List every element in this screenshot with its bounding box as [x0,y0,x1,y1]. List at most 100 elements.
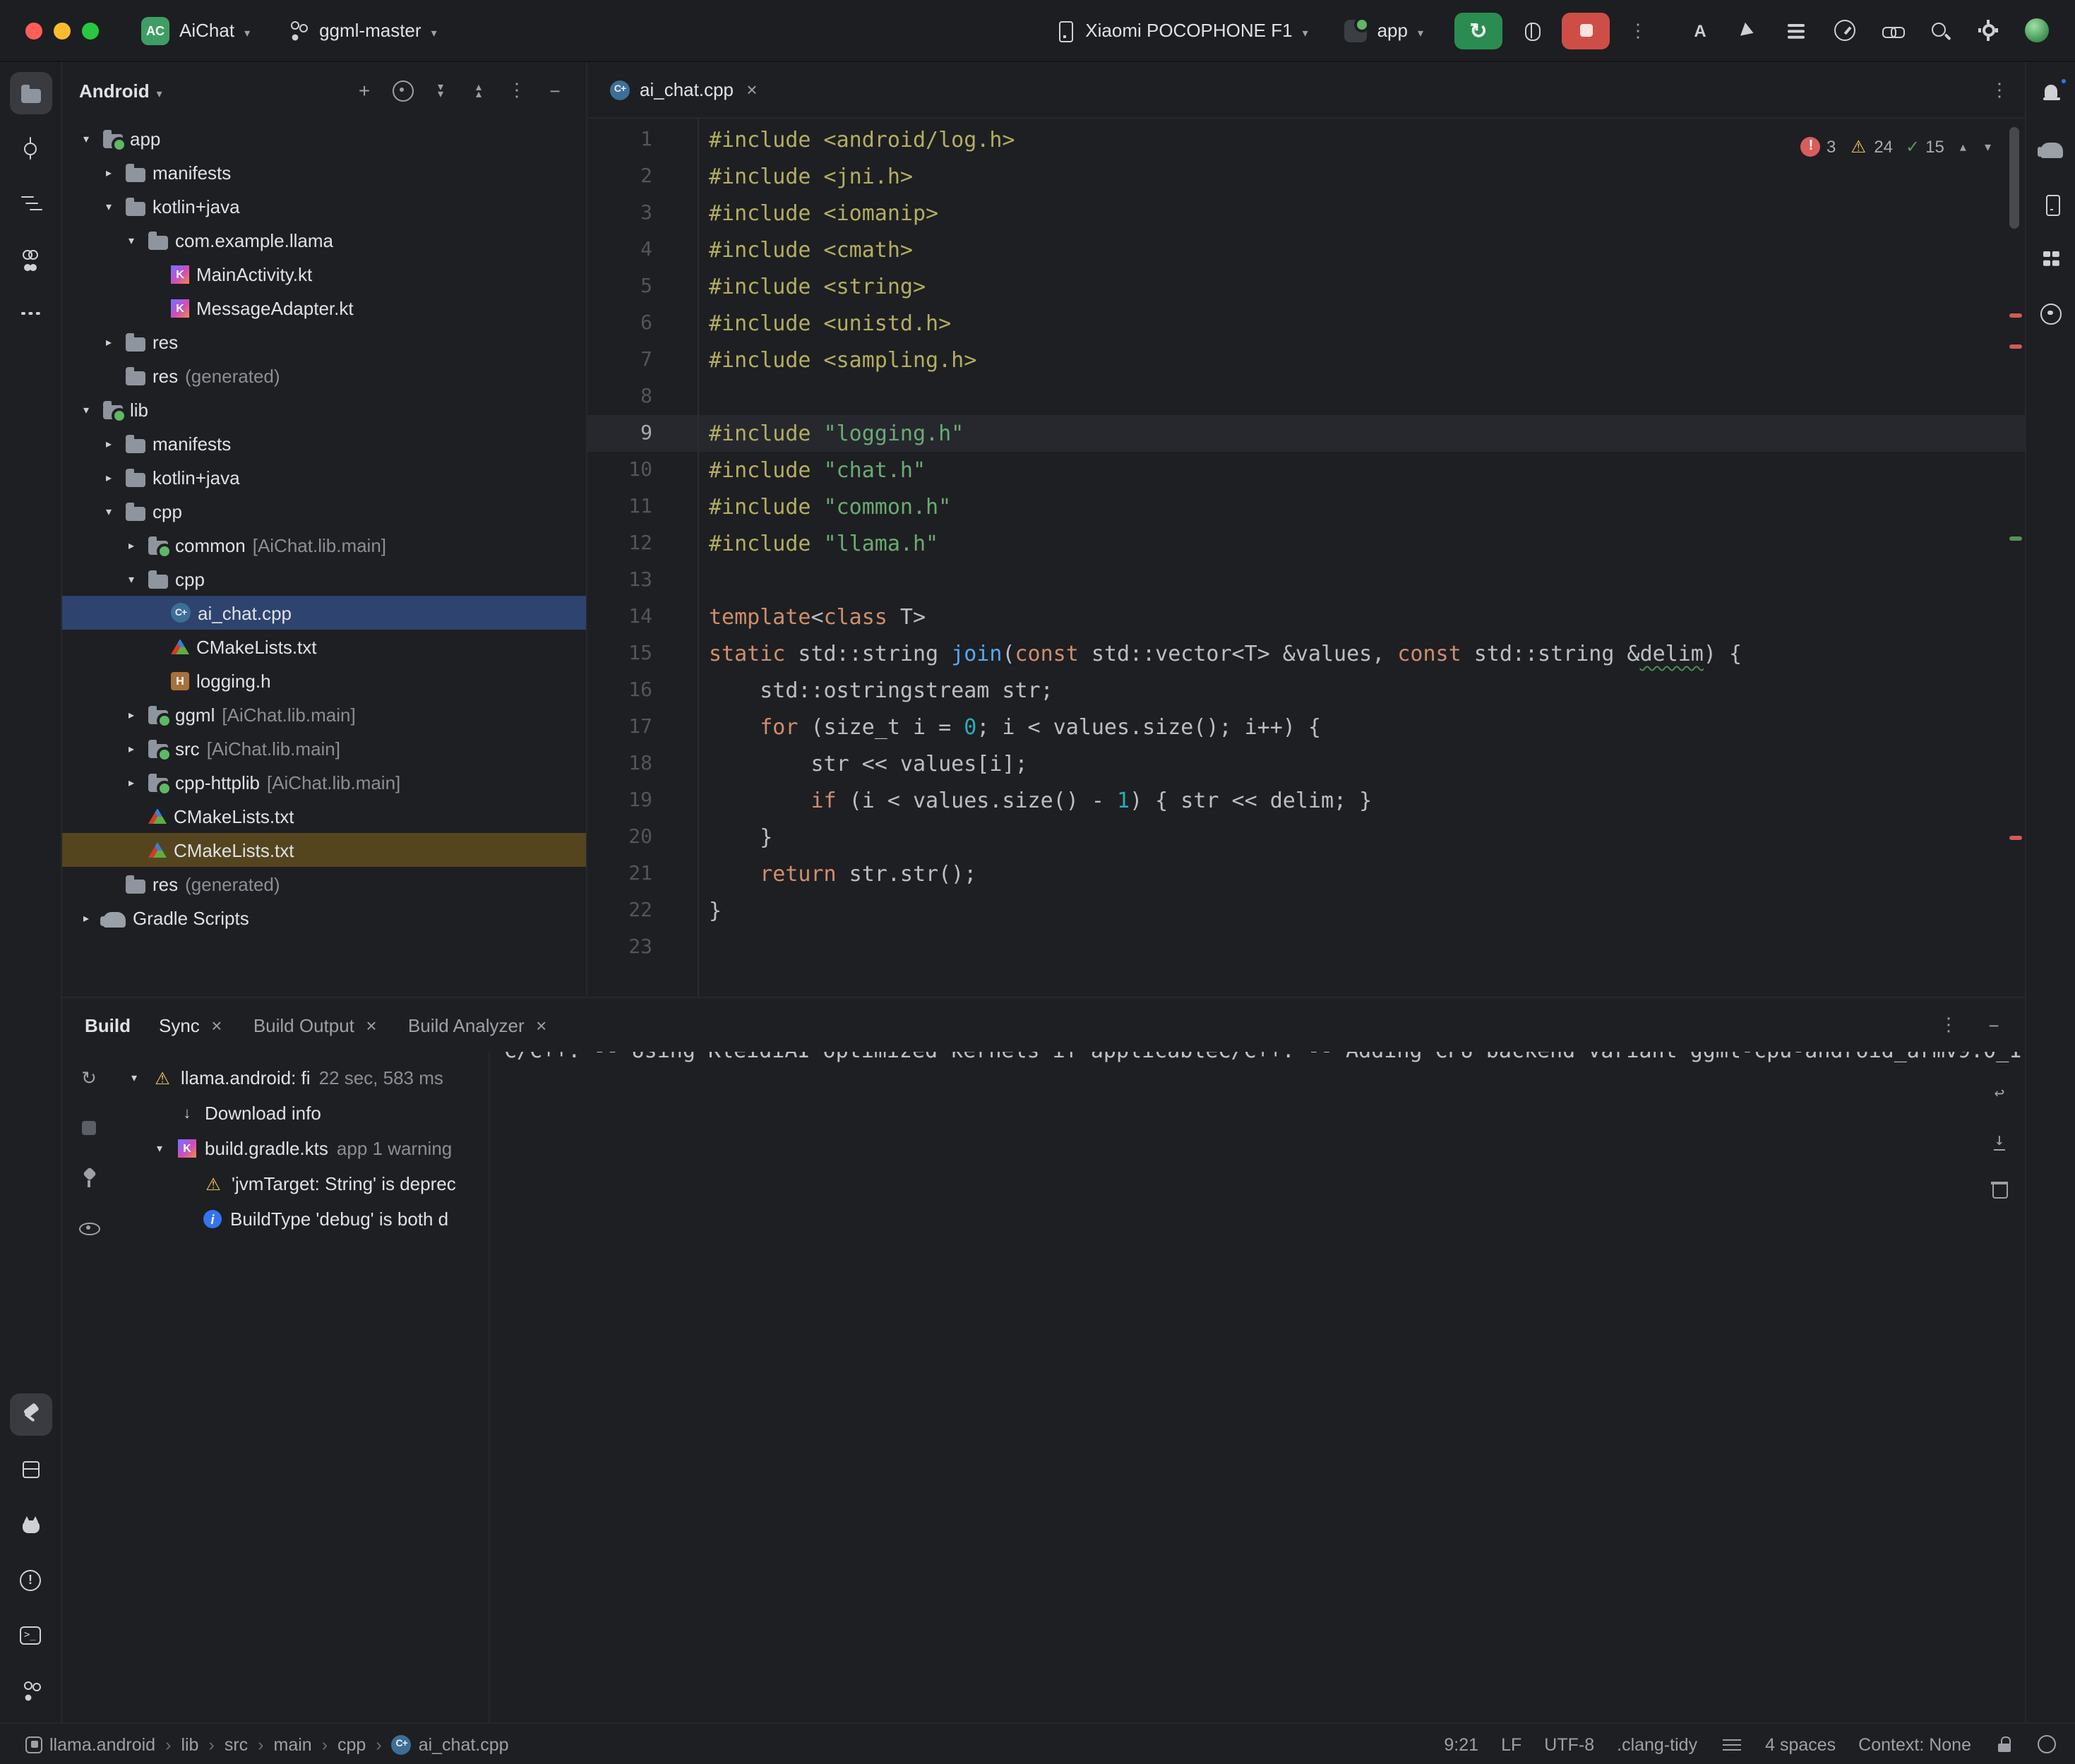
version-control-tool-button[interactable] [9,1669,52,1711]
search-everywhere-button[interactable] [1920,11,1960,50]
pull-requests-tool-button[interactable] [9,237,52,280]
code-line[interactable]: 16 std::ostringstream str; [587,672,2025,709]
breadcrumb-item[interactable]: src [225,1734,248,1754]
close-tab-icon[interactable] [533,1014,550,1036]
code-line[interactable]: 3#include <iomanip> [587,195,2025,232]
show-details-button[interactable] [71,1208,107,1245]
project-tool-button[interactable] [9,72,52,114]
editor-tab[interactable]: ai_chat.cpp [593,61,777,118]
code-line[interactable]: 9#include "logging.h" [587,415,2025,452]
clear-console-button[interactable] [1981,1170,2018,1207]
breadcrumb-item[interactable]: lib [181,1734,198,1754]
build-options-button[interactable] [1932,1008,1966,1042]
expand-all-button[interactable] [424,73,458,107]
editor-options-button[interactable] [1988,78,2011,101]
tree-item[interactable]: cpp [62,562,586,596]
code-line[interactable]: 6#include <unistd.h> [587,305,2025,342]
problems-tool-button[interactable] [9,1559,52,1601]
build-tree-item[interactable]: 'jvmTarget: String' is deprec [116,1166,489,1201]
ai-assistant-button[interactable] [1680,11,1720,50]
tree-item[interactable]: app [62,121,586,155]
run-config-selector[interactable]: app [1334,13,1440,47]
next-issue-button[interactable]: ▾ [1982,128,1994,165]
tree-item[interactable]: manifests [62,155,586,189]
tree-item[interactable]: res(generated) [62,359,586,392]
tree-item[interactable]: res(generated) [62,867,586,901]
code-line[interactable]: 15static std::string join(const std::vec… [587,635,2025,672]
logcat-tool-button[interactable] [9,1504,52,1546]
caret-position-widget[interactable]: 9:21 [1444,1734,1478,1754]
close-tab-icon[interactable] [208,1014,225,1036]
build-tab[interactable]: Build Output [253,1014,380,1036]
tree-item[interactable]: ggml[AiChat.lib.main] [62,697,586,731]
tree-item[interactable]: lib [62,392,586,426]
debug-button[interactable] [1511,11,1550,50]
breadcrumb-item[interactable]: llama.android [25,1734,155,1754]
tree-item[interactable]: cpp [62,494,586,528]
commit-tool-button[interactable] [9,127,52,169]
device-selector[interactable]: Xiaomi POCOPHONE F1 [1041,13,1324,47]
tree-item[interactable]: logging.h [62,664,586,697]
profiler-button[interactable] [1824,11,1864,50]
tree-item[interactable]: MessageAdapter.kt [62,291,586,325]
structure-tool-button[interactable] [9,182,52,224]
code-line[interactable]: 4#include <cmath> [587,232,2025,268]
close-tab-icon[interactable] [363,1014,380,1036]
collapse-all-button[interactable] [462,73,496,107]
stop-button[interactable] [1562,12,1610,49]
run-anything-button[interactable] [1728,11,1768,50]
terminal-tool-button[interactable] [9,1614,52,1656]
device-explorer-tool-button[interactable] [9,1448,52,1491]
build-tree-item[interactable]: llama.android: fi22 sec, 583 ms [116,1060,489,1096]
build-tree-item[interactable]: BuildType 'debug' is both d [116,1201,489,1237]
tree-item[interactable]: Gradle Scripts [62,901,586,935]
more-tool-windows-button[interactable] [9,292,52,335]
project-widget[interactable]: AC AiChat [130,11,267,50]
panel-options-button[interactable] [500,73,534,107]
code-line[interactable]: 17 for (size_t i = 0; i < values.size();… [587,709,2025,745]
tree-item[interactable]: kotlin+java [62,189,586,223]
tree-item[interactable]: src[AiChat.lib.main] [62,731,586,765]
zoom-window-button[interactable] [82,22,99,39]
code-line[interactable]: 8 [587,378,2025,415]
code-line[interactable]: 19 if (i < values.size() - 1) { str << d… [587,782,2025,819]
breadcrumb-item[interactable]: ai_chat.cpp [392,1734,509,1754]
code-line[interactable]: 13 [587,562,2025,599]
tree-item[interactable]: CMakeLists.txt [62,799,586,833]
breadcrumb-item[interactable]: main [274,1734,312,1754]
soft-wrap-button[interactable] [1981,1074,2018,1111]
notifications-button[interactable] [2030,72,2072,114]
build-console[interactable]: C/C++: -- Using KleidiAI optimized kerne… [490,1052,2025,1722]
tree-item[interactable]: res [62,325,586,359]
code-line[interactable]: 22} [587,892,2025,929]
build-tab[interactable]: Sync [159,1014,225,1036]
rerun-build-button[interactable] [71,1060,107,1097]
build-tab[interactable]: Build Analyzer [408,1014,550,1036]
device-mirroring-button[interactable] [1872,11,1912,50]
minimize-window-button[interactable] [54,22,71,39]
code-line[interactable]: 14template<class T> [587,599,2025,635]
settings-button[interactable] [1968,11,2008,50]
code-line[interactable]: 18 str << values[i]; [587,745,2025,782]
previous-issue-button[interactable]: ▴ [1957,128,1969,165]
code-line[interactable]: 7#include <sampling.h> [587,342,2025,378]
tree-item[interactable]: ai_chat.cpp [62,596,586,630]
build-tool-button[interactable] [9,1393,52,1436]
indent-widget[interactable]: 4 spaces [1765,1734,1836,1754]
select-opened-file-button[interactable] [385,73,419,107]
clang-tidy-widget[interactable]: .clang-tidy [1617,1734,1697,1754]
run-button[interactable] [1454,12,1502,49]
stop-build-button[interactable] [71,1110,107,1146]
hide-build-panel-button[interactable] [1977,1008,2011,1042]
assistant-tool-button[interactable] [2030,292,2072,335]
resource-manager-tool-button[interactable] [2030,237,2072,280]
context-widget[interactable]: Context: None [1858,1734,1971,1754]
scroll-to-end-button[interactable] [1981,1122,2018,1159]
code-line[interactable]: 21 return str.str(); [587,856,2025,892]
code-line[interactable]: 5#include <string> [587,268,2025,305]
code-line[interactable]: 10#include "chat.h" [587,452,2025,488]
gradle-tool-button[interactable] [2030,127,2072,169]
indent-icon[interactable] [1720,1733,1742,1756]
add-button[interactable] [347,73,381,107]
file-encoding-widget[interactable]: UTF-8 [1544,1734,1594,1754]
